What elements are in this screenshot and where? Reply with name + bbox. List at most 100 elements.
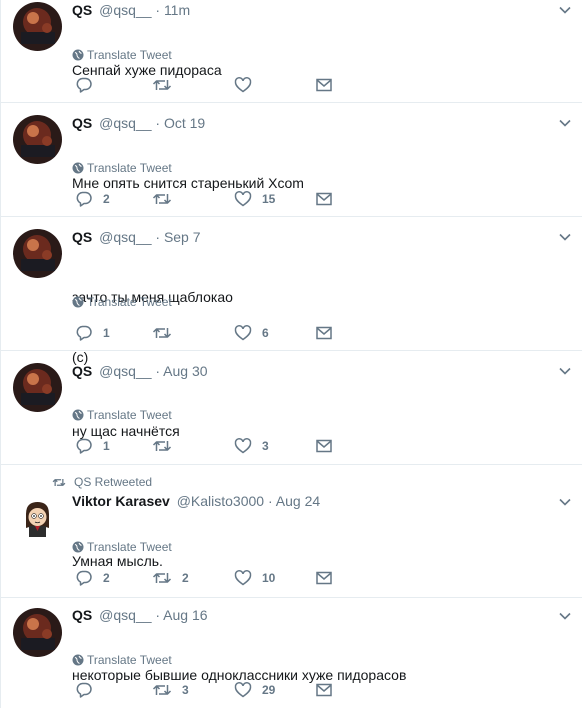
message-icon xyxy=(316,326,332,340)
chevron-down-icon[interactable] xyxy=(558,230,572,244)
timestamp[interactable]: Oct 19 xyxy=(164,115,205,131)
display-name[interactable]: QS xyxy=(72,229,92,245)
translate-tweet-link[interactable]: Translate Tweet xyxy=(72,407,172,423)
retweet-icon xyxy=(152,80,172,90)
avatar[interactable] xyxy=(13,363,62,412)
tweet-actions xyxy=(72,75,352,95)
like-button[interactable]: 6 xyxy=(234,323,269,343)
like-icon xyxy=(234,77,252,93)
translate-tweet-link[interactable]: Translate Tweet xyxy=(72,160,172,176)
display-name[interactable]: QS xyxy=(72,115,92,131)
username[interactable]: @qsq__ xyxy=(99,363,151,379)
timestamp[interactable]: Aug 30 xyxy=(163,363,207,379)
like-button[interactable]: 3 xyxy=(234,436,269,456)
retweet-button[interactable] xyxy=(152,189,182,209)
tweet-actions: 1 3 xyxy=(72,436,352,456)
translate-label: Translate Tweet xyxy=(87,295,172,309)
tweet[interactable]: QS @qsq__ · 11m Сенпай хуже пидораса Tra… xyxy=(0,0,582,103)
direct-message-button[interactable] xyxy=(315,436,333,456)
display-name[interactable]: Viktor Karasev xyxy=(72,493,170,509)
globe-icon xyxy=(72,541,84,553)
reply-button[interactable]: 2 xyxy=(75,568,110,588)
username[interactable]: @qsq__ xyxy=(99,115,151,131)
chevron-down-icon[interactable] xyxy=(558,116,572,130)
reply-button[interactable] xyxy=(75,680,103,700)
reply-count: 2 xyxy=(103,571,110,585)
display-name[interactable]: QS xyxy=(72,607,92,623)
tweet-header: QS @qsq__ · Sep 7 xyxy=(72,227,201,247)
retweet-icon xyxy=(52,479,66,486)
tweet[interactable]: QS @qsq__ · Sep 7 зачто ты меня щаблокао… xyxy=(0,217,582,365)
retweet-button[interactable] xyxy=(152,323,182,343)
chevron-down-icon[interactable] xyxy=(558,3,572,17)
direct-message-button[interactable] xyxy=(315,680,333,700)
globe-icon xyxy=(72,162,84,174)
direct-message-button[interactable] xyxy=(315,189,333,209)
retweet-button[interactable]: 3 xyxy=(152,680,189,700)
translate-tweet-link[interactable]: Translate Tweet xyxy=(72,539,172,555)
tweet[interactable]: QS @qsq__ · Aug 16 некоторые бывшие одно… xyxy=(0,598,582,708)
retweet-context: QS Retweeted xyxy=(52,474,152,490)
avatar[interactable] xyxy=(13,608,62,657)
like-count: 29 xyxy=(262,683,276,697)
retweet-button[interactable]: 2 xyxy=(152,568,189,588)
translate-tweet-link[interactable]: Translate Tweet xyxy=(72,294,172,310)
username[interactable]: @qsq__ xyxy=(99,2,151,18)
username[interactable]: @qsq__ xyxy=(99,229,151,245)
like-button[interactable]: 15 xyxy=(234,189,275,209)
separator-dot: · xyxy=(155,363,161,379)
like-button[interactable] xyxy=(234,75,262,95)
username[interactable]: @qsq__ xyxy=(99,607,151,623)
message-icon xyxy=(316,192,332,206)
direct-message-button[interactable] xyxy=(315,323,333,343)
tweet[interactable]: QS Retweeted Viktor Karasev @Kalisto3000… xyxy=(0,465,582,598)
chevron-down-icon[interactable] xyxy=(558,609,572,623)
reply-icon xyxy=(76,325,92,341)
translate-label: Translate Tweet xyxy=(87,161,172,175)
retweet-button[interactable] xyxy=(152,436,182,456)
display-name[interactable]: QS xyxy=(72,2,92,18)
tweet[interactable]: QS @qsq__ · Aug 30 ну щас начнётся Trans… xyxy=(0,351,582,465)
reply-button[interactable] xyxy=(75,75,103,95)
reply-count: 1 xyxy=(103,326,110,340)
username[interactable]: @Kalisto3000 xyxy=(177,493,264,509)
like-icon xyxy=(234,682,252,698)
reply-button[interactable]: 1 xyxy=(75,323,110,343)
avatar[interactable] xyxy=(13,2,62,51)
retweeted-by-label[interactable]: QS Retweeted xyxy=(74,475,152,489)
translate-tweet-link[interactable]: Translate Tweet xyxy=(72,47,172,63)
retweet-button[interactable] xyxy=(152,75,182,95)
separator-dot: · xyxy=(155,229,161,245)
retweet-icon xyxy=(152,441,172,451)
avatar[interactable] xyxy=(13,494,62,543)
timestamp[interactable]: 11m xyxy=(164,2,190,18)
reply-button[interactable]: 2 xyxy=(75,189,110,209)
like-button[interactable]: 29 xyxy=(234,680,275,700)
translate-label: Translate Tweet xyxy=(87,540,172,554)
avatar[interactable] xyxy=(13,115,62,164)
reply-icon xyxy=(76,438,92,454)
direct-message-button[interactable] xyxy=(315,568,333,588)
tweet-text: Умная мысль. xyxy=(72,511,552,611)
tweet-actions: 1 6 xyxy=(72,323,352,343)
reply-button[interactable]: 1 xyxy=(75,436,110,456)
translate-tweet-link[interactable]: Translate Tweet xyxy=(72,652,172,668)
tweet-header: QS @qsq__ · Oct 19 xyxy=(72,113,205,133)
message-icon xyxy=(316,571,332,585)
tweet-header: QS @qsq__ · 11m xyxy=(72,0,190,20)
direct-message-button[interactable] xyxy=(315,75,333,95)
timestamp[interactable]: Aug 16 xyxy=(163,607,207,623)
like-button[interactable]: 10 xyxy=(234,568,275,588)
chevron-down-icon[interactable] xyxy=(558,495,572,509)
reply-count: 1 xyxy=(103,439,110,453)
separator-dot: · xyxy=(155,607,161,623)
display-name[interactable]: QS xyxy=(72,363,92,379)
tweet[interactable]: QS @qsq__ · Oct 19 Мне опять снится стар… xyxy=(0,103,582,217)
timestamp[interactable]: Aug 24 xyxy=(276,493,320,509)
like-icon xyxy=(234,191,252,207)
timestamp[interactable]: Sep 7 xyxy=(164,229,201,245)
avatar[interactable] xyxy=(13,229,62,278)
chevron-down-icon[interactable] xyxy=(558,364,572,378)
like-icon xyxy=(234,325,252,341)
globe-icon xyxy=(72,49,84,61)
